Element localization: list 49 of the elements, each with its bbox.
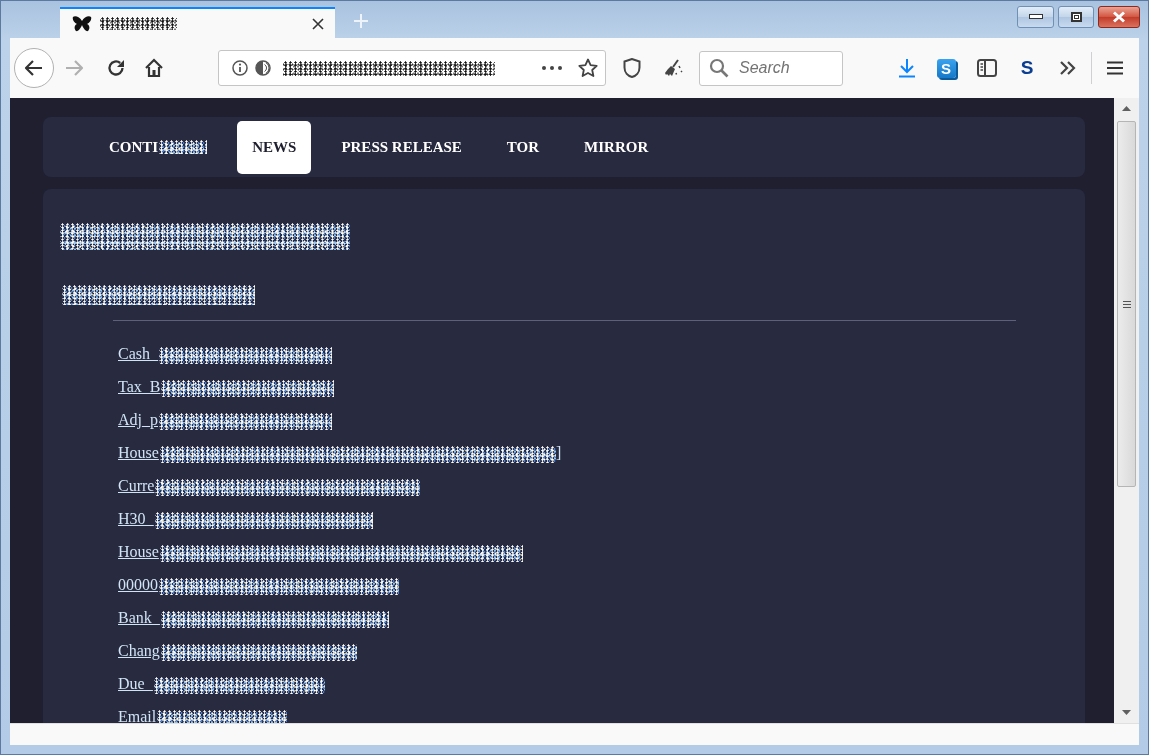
chevrons-icon[interactable] xyxy=(1059,60,1077,76)
file-link[interactable]: 00000 xyxy=(118,576,399,593)
close-icon xyxy=(1112,11,1126,23)
search-field[interactable]: Search xyxy=(699,50,843,86)
url-bar[interactable] xyxy=(218,50,606,86)
reload-icon[interactable] xyxy=(106,58,126,78)
file-link[interactable]: Tax_B xyxy=(118,378,335,395)
extension-button[interactable]: S xyxy=(1020,58,1034,78)
file-link[interactable]: House ] xyxy=(118,444,562,461)
star-icon[interactable] xyxy=(578,58,598,78)
menu-icon[interactable] xyxy=(1106,61,1124,75)
more-icon[interactable] xyxy=(542,66,562,70)
nav-tab[interactable]: MIRROR xyxy=(569,120,664,174)
butterfly-icon xyxy=(72,15,92,32)
nav-tab[interactable]: CONTI xyxy=(94,120,223,174)
info-icon[interactable] xyxy=(232,60,248,76)
grip-icon xyxy=(1122,300,1131,308)
sidebar-icon[interactable] xyxy=(977,59,997,77)
nav-tab[interactable]: NEWS xyxy=(237,120,312,174)
file-link[interactable]: Curre xyxy=(118,477,421,494)
download-icon[interactable] xyxy=(897,58,917,78)
browser-tab[interactable] xyxy=(60,7,335,38)
back-button[interactable] xyxy=(14,48,54,88)
file-link[interactable]: Adj_p xyxy=(118,411,332,428)
file-link[interactable]: Due_ xyxy=(118,675,325,692)
home-icon[interactable] xyxy=(144,58,164,78)
scroll-down-icon[interactable] xyxy=(1122,710,1131,715)
close-icon[interactable] xyxy=(312,17,324,30)
nav-tab[interactable]: PRESS RELEASE xyxy=(326,120,477,174)
shield-icon[interactable] xyxy=(623,58,641,78)
half-filled-circle-icon[interactable] xyxy=(255,60,271,76)
search-icon xyxy=(709,57,729,78)
file-link[interactable]: Bank_ xyxy=(118,609,389,626)
extension-button[interactable]: S xyxy=(936,58,956,78)
nav-tab[interactable]: TOR xyxy=(491,120,555,174)
file-link[interactable]: Cash_ xyxy=(118,345,332,362)
arrow-left-icon xyxy=(24,58,44,78)
maximize-button[interactable] xyxy=(1058,6,1094,28)
scroll-up-icon[interactable] xyxy=(1122,106,1131,111)
file-link[interactable]: Email xyxy=(118,708,288,723)
minimize-button[interactable] xyxy=(1017,6,1054,28)
file-link[interactable]: Chang xyxy=(118,642,357,659)
scrollbar-thumb[interactable] xyxy=(1117,121,1136,487)
maximize-icon xyxy=(1070,12,1082,22)
file-link[interactable]: H30_ xyxy=(118,510,373,527)
file-link[interactable]: House xyxy=(118,543,523,560)
close-button[interactable] xyxy=(1098,6,1140,28)
minimize-icon xyxy=(1028,14,1043,20)
broom-icon[interactable] xyxy=(663,58,683,78)
